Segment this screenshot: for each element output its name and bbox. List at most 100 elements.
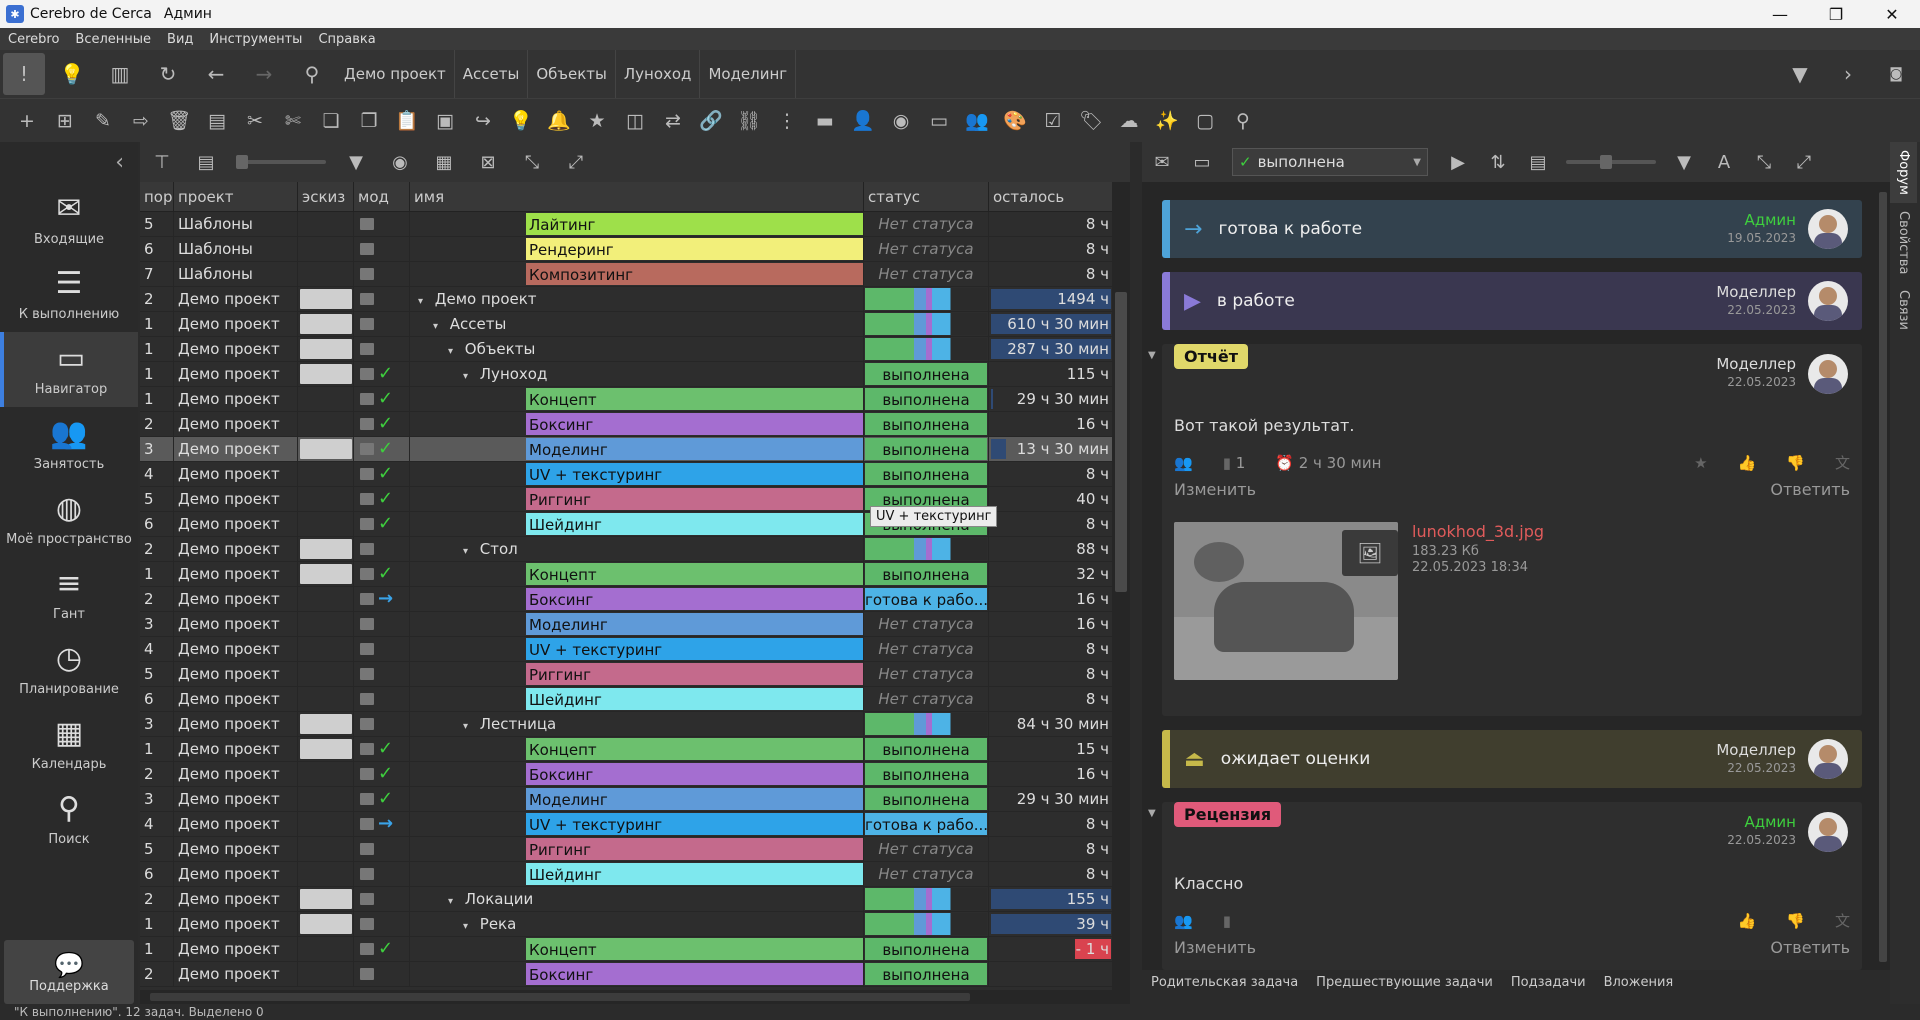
- play-icon[interactable]: ▶: [1438, 152, 1478, 173]
- menu-cerebro[interactable]: Cerebro: [0, 32, 67, 47]
- status-cell[interactable]: готова к рабо...: [864, 587, 989, 611]
- grid-vertical-scrollbar[interactable]: [1112, 182, 1130, 990]
- filter-icon[interactable]: ▼: [334, 152, 378, 173]
- filter-icon[interactable]: ▼: [1664, 152, 1704, 173]
- dropdown-icon[interactable]: ▼: [1779, 53, 1821, 95]
- table-row[interactable]: 2 Демо проект ✓ Боксинг выполнена 16 ч: [140, 762, 1130, 787]
- expand-all-icon[interactable]: ⤢: [1784, 152, 1824, 173]
- thumbnail-image[interactable]: [299, 539, 352, 559]
- sidebar-item-my-space[interactable]: ◍ Моё пространство: [0, 482, 138, 557]
- maximize-button[interactable]: ❐: [1808, 5, 1864, 24]
- column-header-remaining[interactable]: осталось: [989, 182, 1114, 211]
- status-cell[interactable]: выполнена: [864, 462, 989, 486]
- film-icon[interactable]: ▤: [184, 152, 228, 173]
- folder-icon[interactable]: ▬: [806, 103, 844, 139]
- expand-all-icon[interactable]: ⤢: [554, 152, 598, 173]
- status-cell[interactable]: выполнена: [864, 362, 989, 386]
- breadcrumb-item[interactable]: Луноход: [616, 50, 701, 98]
- status-cell[interactable]: Нет статуса: [864, 687, 989, 711]
- forum-scrollbar[interactable]: [1878, 192, 1888, 962]
- status-cell[interactable]: выполнена: [864, 562, 989, 586]
- table-row[interactable]: 7 Шаблоны Композитинг Нет статуса 8 ч: [140, 262, 1130, 287]
- table-row[interactable]: 6 Демо проект Шейдинг Нет статуса 8 ч: [140, 862, 1130, 887]
- status-cell[interactable]: выполнена: [864, 962, 989, 986]
- collapse-all-icon[interactable]: ⤡: [1744, 152, 1784, 173]
- search-icon[interactable]: ⚲: [291, 53, 333, 95]
- edit-link[interactable]: Изменить: [1174, 938, 1256, 957]
- share-icon[interactable]: ↪: [464, 103, 502, 139]
- thumbnail-image[interactable]: [299, 889, 352, 909]
- excel-icon[interactable]: ⊠: [466, 152, 510, 173]
- status-cell[interactable]: [864, 337, 989, 361]
- table-row[interactable]: 2 Демо проект → Боксинг готова к рабо... 16 ч: [140, 587, 1130, 612]
- status-cell[interactable]: выполнена: [864, 412, 989, 436]
- breadcrumb-item[interactable]: Демо проект: [336, 50, 455, 98]
- status-cell[interactable]: Нет статуса: [864, 612, 989, 636]
- font-icon[interactable]: A: [1704, 152, 1744, 173]
- status-cell[interactable]: готова к рабо...: [864, 812, 989, 836]
- table-row[interactable]: 3 Демо проект ▾ Лестница 84 ч 30 мин: [140, 712, 1130, 737]
- bulb-icon[interactable]: 💡: [502, 103, 540, 139]
- thumbnail-image[interactable]: [299, 439, 352, 459]
- table-row[interactable]: 2 Демо проект ▾ Демо проект 1494 ч: [140, 287, 1130, 312]
- table-icon[interactable]: ▦: [422, 152, 466, 173]
- copy-special-icon[interactable]: ❐: [350, 103, 388, 139]
- tab-properties[interactable]: Свойства: [1890, 203, 1917, 283]
- table-row[interactable]: 5 Шаблоны Лайтинг Нет статуса 8 ч: [140, 212, 1130, 237]
- sidebar-item-workload[interactable]: 👥 Занятость: [0, 407, 138, 482]
- breadcrumb-item[interactable]: Моделинг: [700, 50, 797, 98]
- breadcrumb-item[interactable]: Объекты: [528, 50, 616, 98]
- sidebar-item-gantt[interactable]: ≡ Гант: [0, 557, 138, 632]
- status-cell[interactable]: выполнена: [864, 737, 989, 761]
- stack-icon[interactable]: ▤: [198, 103, 236, 139]
- close-button[interactable]: ✕: [1864, 5, 1920, 24]
- forward-task-icon[interactable]: ⇨: [122, 103, 160, 139]
- menu-view[interactable]: Вид: [159, 32, 201, 47]
- bell-icon[interactable]: 🔔: [540, 103, 578, 139]
- table-row[interactable]: 1 Демо проект ▾ Ассеты 610 ч 30 мин: [140, 312, 1130, 337]
- edit-link[interactable]: Изменить: [1174, 480, 1256, 499]
- menu-help[interactable]: Справка: [310, 32, 383, 47]
- status-cell[interactable]: Нет статуса: [864, 862, 989, 886]
- table-row[interactable]: 4 Демо проект → UV + текстуринг готова к раб…: [140, 812, 1130, 837]
- tab-forum[interactable]: Форум: [1890, 142, 1917, 203]
- back-icon[interactable]: ←: [195, 53, 237, 95]
- expand-toggle-icon[interactable]: ▾: [463, 915, 475, 936]
- status-cell[interactable]: Нет статуса: [864, 662, 989, 686]
- expand-toggle-icon[interactable]: ▾: [433, 315, 445, 336]
- minimize-button[interactable]: —: [1752, 5, 1808, 24]
- column-header-mod[interactable]: мод: [354, 182, 410, 211]
- thumbs-down-icon[interactable]: 👎: [1786, 912, 1805, 930]
- table-row[interactable]: 1 Демо проект ✓ Концепт выполнена 29 ч 30 мин: [140, 387, 1130, 412]
- mail-off-icon[interactable]: ✉: [1142, 152, 1182, 173]
- link-icon[interactable]: 🔗: [692, 103, 730, 139]
- film-icon[interactable]: ▤: [1518, 152, 1558, 173]
- breadcrumb-item[interactable]: Ассеты: [455, 50, 529, 98]
- translate-icon[interactable]: 文: [1835, 910, 1850, 931]
- add-subtask-icon[interactable]: ⊞: [46, 103, 84, 139]
- tab-subtasks[interactable]: Подзадачи: [1502, 975, 1595, 990]
- menu-universes[interactable]: Вселенные: [67, 32, 159, 47]
- support-button[interactable]: 💬 Поддержка: [4, 940, 134, 1004]
- thumbnail-image[interactable]: [299, 339, 352, 359]
- sidebar-item-todo[interactable]: ☰ К выполнению: [0, 257, 138, 332]
- panel-splitter[interactable]: [1130, 142, 1142, 1004]
- translate-icon[interactable]: 文: [1835, 452, 1850, 473]
- expand-toggle-icon[interactable]: ▾: [463, 365, 475, 386]
- reply-link[interactable]: Ответить: [1770, 480, 1850, 499]
- thumbnail-image[interactable]: [299, 714, 352, 734]
- table-row[interactable]: 5 Демо проект Риггинг Нет статуса 8 ч: [140, 837, 1130, 862]
- sidebar-item-inbox[interactable]: ✉ Входящие: [0, 182, 138, 257]
- thumbs-down-icon[interactable]: 👎: [1786, 454, 1805, 472]
- thumbs-up-icon[interactable]: 👍: [1738, 912, 1757, 930]
- table-row[interactable]: 4 Демо проект UV + текстуринг Нет статуса 8 …: [140, 637, 1130, 662]
- database-icon[interactable]: ◙: [1875, 53, 1917, 95]
- table-row[interactable]: 2 Демо проект ▾ Локации 155 ч: [140, 887, 1130, 912]
- menu-tools[interactable]: Инструменты: [201, 32, 310, 47]
- status-cell[interactable]: Нет статуса: [864, 262, 989, 286]
- status-cell[interactable]: [864, 912, 989, 936]
- table-row[interactable]: 1 Демо проект ✓ ▾ Луноход выполнена 115 ч: [140, 362, 1130, 387]
- expand-toggle-icon[interactable]: ▾: [463, 540, 475, 561]
- thumbnail-image[interactable]: [299, 914, 352, 934]
- paste-icon[interactable]: 📋: [388, 103, 426, 139]
